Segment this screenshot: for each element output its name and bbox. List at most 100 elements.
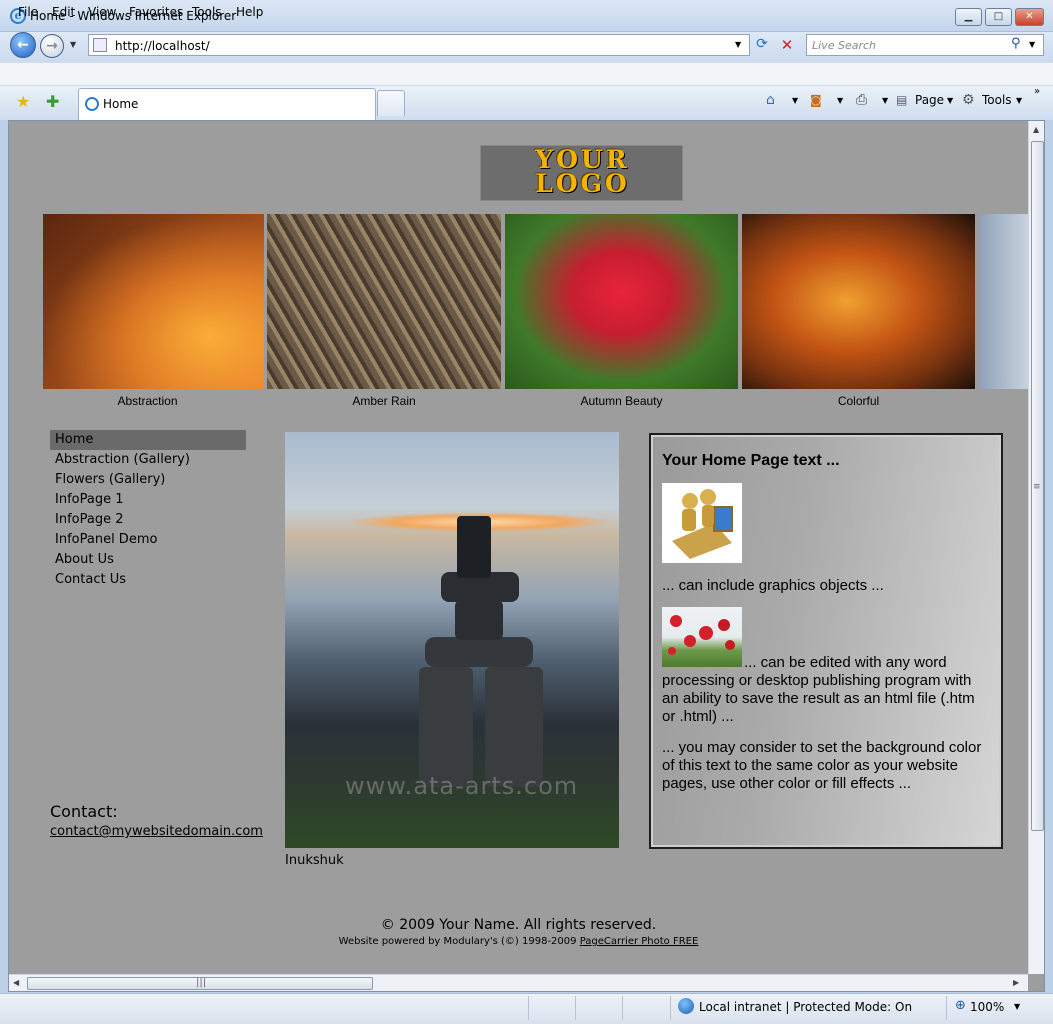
search-icon[interactable]: ⚲ — [1011, 36, 1021, 51]
gallery-caption[interactable]: Abstraction — [43, 394, 252, 408]
tools-menu-button[interactable]: Tools — [982, 93, 1012, 107]
feeds-icon[interactable]: ◙ — [810, 93, 822, 107]
tab-page-icon — [85, 97, 99, 111]
info-panel: Your Home Page text ... ... can include … — [649, 433, 1003, 849]
zoom-icon[interactable]: ⊕ — [955, 998, 966, 1013]
search-options-dropdown[interactable]: ▼ — [1029, 40, 1035, 49]
status-divider — [670, 996, 671, 1020]
menu-edit[interactable]: Edit — [52, 5, 75, 19]
stone-figure — [457, 516, 491, 578]
stop-icon[interactable]: ✕ — [776, 36, 798, 54]
gallery-caption[interactable]: Autumn Beauty — [505, 394, 738, 408]
contact-heading: Contact: — [50, 802, 118, 821]
gear-icon: ⚙ — [962, 92, 975, 108]
tab-home[interactable]: Home — [78, 88, 376, 120]
tools-dropdown[interactable]: ▼ — [1016, 96, 1022, 105]
scroll-left-icon[interactable]: ◀ — [13, 978, 19, 987]
menu-bar — [0, 62, 1053, 86]
page-icon — [93, 38, 107, 52]
chevron-right-icon[interactable]: » — [1034, 86, 1040, 97]
recent-pages-dropdown[interactable]: ▼ — [70, 40, 76, 49]
scroll-up-icon[interactable]: ▲ — [1033, 125, 1039, 134]
maximize-button[interactable]: □ — [985, 8, 1012, 26]
pagecarrier-link[interactable]: PageCarrier Photo FREE — [580, 936, 699, 947]
search-box[interactable]: Live Search ⚲ ▼ — [806, 34, 1044, 56]
page-menu-button[interactable]: Page — [915, 93, 944, 107]
nav-item-contact-us[interactable]: Contact Us — [50, 570, 246, 590]
close-button[interactable]: ✕ — [1015, 8, 1044, 26]
favorites-center-icon[interactable]: ★ — [16, 92, 30, 111]
status-bar: Local intranet | Protected Mode: On ⊕ 10… — [0, 993, 1053, 1024]
new-tab-button[interactable] — [377, 90, 405, 116]
gallery-caption[interactable]: Colorful — [742, 394, 975, 408]
gallery-thumb-abstraction[interactable] — [43, 214, 264, 389]
gallery-thumb-colorful[interactable] — [742, 214, 975, 389]
menu-tools[interactable]: Tools — [192, 5, 222, 19]
feeds-dropdown[interactable]: ▼ — [837, 96, 843, 105]
add-favorites-icon[interactable]: ✚ — [46, 92, 59, 111]
back-button[interactable]: ← — [10, 32, 36, 58]
powered-by-text: Website powered by Modulary's (©) 1998-2… — [338, 936, 699, 947]
globe-icon — [678, 998, 694, 1014]
main-photo-inukshuk: www.ata-arts.com — [285, 432, 619, 848]
horizontal-scroll-thumb[interactable]: ||| — [27, 977, 373, 990]
zoom-level[interactable]: 100% — [970, 1000, 1004, 1014]
page-icon-cmd: ▤ — [896, 93, 908, 107]
home-icon[interactable]: ⌂ — [766, 92, 775, 108]
menu-favorites[interactable]: Favorites — [129, 5, 183, 19]
contact-email-link[interactable]: contact@mywebsitedomain.com — [50, 824, 263, 839]
gallery-thumb-amber-rain[interactable] — [267, 214, 501, 389]
address-bar[interactable]: http://localhost/ ▼ — [88, 34, 750, 56]
nav-item-infopage-2[interactable]: InfoPage 2 — [50, 510, 246, 530]
horizontal-scrollbar[interactable]: ◀ ||| ▶ — [9, 974, 1028, 991]
copyright-text: © 2009 Your Name. All rights reserved. — [380, 917, 657, 933]
gallery-thumb-partial[interactable] — [979, 214, 1028, 389]
people-graphic-image — [662, 483, 742, 563]
status-divider — [622, 996, 623, 1020]
zoom-dropdown[interactable]: ▼ — [1014, 1002, 1020, 1011]
stone-figure — [425, 637, 533, 667]
tab-label: Home — [103, 97, 139, 111]
stone-figure — [485, 667, 543, 787]
home-dropdown[interactable]: ▼ — [792, 96, 798, 105]
nav-item-about-us[interactable]: About Us — [50, 550, 246, 570]
refresh-icon[interactable]: ⟳ — [752, 36, 772, 54]
stone-figure — [419, 667, 473, 787]
vertical-scrollbar[interactable]: ▲ ≡ — [1028, 121, 1044, 974]
print-icon[interactable]: ⎙ — [856, 92, 867, 108]
address-input[interactable]: http://localhost/ — [115, 39, 210, 53]
vertical-scroll-thumb[interactable]: ≡ — [1031, 141, 1044, 831]
status-divider — [575, 996, 576, 1020]
panel-text-editing: ... can be edited with any word processi… — [662, 654, 975, 725]
nav-item-infopanel-demo[interactable]: InfoPanel Demo — [50, 530, 246, 550]
scroll-right-icon[interactable]: ▶ — [1013, 978, 1019, 987]
status-divider — [528, 996, 529, 1020]
panel-title: Your Home Page text ... — [662, 452, 840, 469]
page-viewport: YOUR LOGO Abstraction Amber Rain Autumn B… — [8, 120, 1045, 992]
search-input[interactable]: Live Search — [812, 39, 876, 52]
logo-text: YOUR LOGO — [535, 145, 630, 198]
nav-item-infopage-1[interactable]: InfoPage 1 — [50, 490, 246, 510]
menu-file[interactable]: File — [18, 5, 38, 19]
gallery-caption[interactable]: Amber Rain — [267, 394, 501, 408]
forward-button[interactable]: → — [40, 34, 64, 58]
menu-view[interactable]: View — [88, 5, 116, 19]
print-dropdown[interactable]: ▼ — [882, 96, 888, 105]
gallery-thumb-autumn-beauty[interactable] — [505, 214, 738, 389]
status-divider — [946, 996, 947, 1020]
site-logo[interactable]: YOUR LOGO — [480, 145, 683, 201]
menu-help[interactable]: Help — [236, 5, 263, 19]
site-navigation: Home Abstraction (Gallery) Flowers (Gall… — [50, 430, 246, 590]
nav-item-flowers-gallery[interactable]: Flowers (Gallery) — [50, 470, 246, 490]
nav-item-home[interactable]: Home — [50, 430, 246, 450]
security-zone-text[interactable]: Local intranet | Protected Mode: On — [699, 1000, 912, 1014]
grip-icon: ≡ — [1033, 482, 1041, 492]
nav-item-abstraction-gallery[interactable]: Abstraction (Gallery) — [50, 450, 246, 470]
minimize-button[interactable]: ▁ — [955, 8, 982, 26]
grip-icon: ||| — [196, 977, 207, 988]
photo-watermark: www.ata-arts.com — [345, 772, 579, 800]
address-dropdown-icon[interactable]: ▼ — [735, 40, 741, 49]
panel-text-graphics: ... can include graphics objects ... — [662, 577, 884, 594]
page-dropdown[interactable]: ▼ — [947, 96, 953, 105]
main-photo-caption: Inukshuk — [285, 853, 344, 868]
